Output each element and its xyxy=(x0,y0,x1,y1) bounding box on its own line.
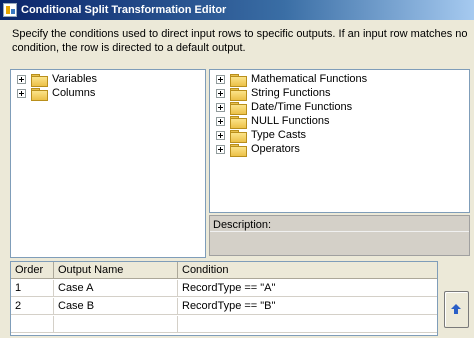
tree-item-datetime-functions[interactable]: Date/Time Functions xyxy=(216,100,353,115)
conditions-grid[interactable]: Order Output Name Condition 1 Case A Rec… xyxy=(10,261,438,336)
tree-item-label: Operators xyxy=(251,143,300,155)
condition-cell[interactable]: RecordType == "B" xyxy=(178,298,437,315)
column-header-output-name[interactable]: Output Name xyxy=(54,262,178,279)
expand-icon[interactable] xyxy=(216,102,225,112)
move-up-button[interactable] xyxy=(444,291,469,328)
description-panel: Description: xyxy=(209,215,470,256)
tree-item-label: NULL Functions xyxy=(251,115,330,127)
folder-icon xyxy=(31,73,48,87)
tree-item-label: Type Casts xyxy=(251,129,307,141)
folder-icon xyxy=(230,73,247,87)
folder-icon xyxy=(31,87,48,101)
folder-icon xyxy=(230,87,247,101)
ssis-transform-icon xyxy=(3,3,17,17)
window-title: Conditional Split Transformation Editor xyxy=(21,4,227,16)
tree-item-type-casts[interactable]: Type Casts xyxy=(216,128,307,143)
tree-item-operators[interactable]: Operators xyxy=(216,142,300,157)
folder-icon xyxy=(230,115,247,129)
order-cell[interactable]: 2 xyxy=(11,298,54,315)
expand-icon[interactable] xyxy=(216,74,225,84)
tree-item-label: Columns xyxy=(52,87,96,99)
tree-item-label: Variables xyxy=(52,73,98,85)
tree-item-variables[interactable]: Variables xyxy=(17,72,98,87)
new-row-condition-cell[interactable] xyxy=(178,316,437,333)
folder-icon xyxy=(230,129,247,143)
condition-cell[interactable]: RecordType == "A" xyxy=(178,280,437,297)
expand-icon[interactable] xyxy=(17,88,26,98)
title-bar: Conditional Split Transformation Editor xyxy=(0,0,474,20)
instructions-text: Specify the conditions used to direct in… xyxy=(12,28,468,54)
functions-tree[interactable]: Mathematical Functions String Functions … xyxy=(209,69,470,213)
tree-item-mathematical-functions[interactable]: Mathematical Functions xyxy=(216,72,368,87)
arrow-up-icon xyxy=(451,304,462,315)
folder-icon xyxy=(230,101,247,115)
expand-icon[interactable] xyxy=(216,144,225,154)
tree-item-label: Date/Time Functions xyxy=(251,101,353,113)
order-cell[interactable]: 1 xyxy=(11,280,54,297)
description-label: Description: xyxy=(213,219,272,231)
expand-icon[interactable] xyxy=(216,88,225,98)
tree-item-string-functions[interactable]: String Functions xyxy=(216,86,331,101)
tree-item-label: Mathematical Functions xyxy=(251,73,368,85)
tree-item-null-functions[interactable]: NULL Functions xyxy=(216,114,330,129)
output-name-cell[interactable]: Case B xyxy=(54,298,178,315)
expand-icon[interactable] xyxy=(216,116,225,126)
columns-tree[interactable]: Variables Columns xyxy=(10,69,206,258)
expand-icon[interactable] xyxy=(216,130,225,140)
divider xyxy=(210,231,469,232)
tree-item-columns[interactable]: Columns xyxy=(17,86,96,101)
new-row-output-name-cell[interactable] xyxy=(54,316,178,333)
new-row-order-cell[interactable] xyxy=(11,316,54,333)
output-name-cell[interactable]: Case A xyxy=(54,280,178,297)
tree-item-label: String Functions xyxy=(251,87,331,99)
folder-icon xyxy=(230,143,247,157)
column-header-condition[interactable]: Condition xyxy=(178,262,437,279)
expand-icon[interactable] xyxy=(17,74,26,84)
column-header-order[interactable]: Order xyxy=(11,262,54,279)
